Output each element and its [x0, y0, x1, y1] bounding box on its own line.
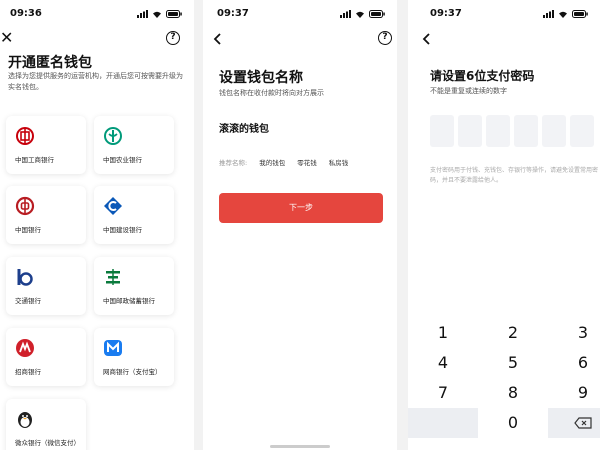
bocom-logo-icon [17, 269, 33, 286]
battery-icon [166, 10, 182, 18]
bank-selection-screen: 09:36 ✕ ? 开通匿名钱包 选择为您提供服务的运营机构，开通后您可按需要升… [0, 0, 194, 450]
bank-name: 中国建设银行 [103, 226, 142, 234]
bank-name: 中国银行 [15, 226, 41, 234]
status-bar: 09:36 [0, 8, 194, 22]
bank-card-bocom[interactable]: 交通银行 [6, 257, 86, 315]
bank-card-icbc[interactable]: 中国工商银行 [6, 116, 86, 174]
pin-box [430, 115, 454, 147]
status-bar: 09:37 [408, 8, 600, 22]
wallet-name-screen: 09:37 ? 设置钱包名称 钱包名称在收付款时将向对方展示 滚滚的钱包 推荐名… [203, 0, 397, 450]
page-description: 不能是重复或连续的数字 [430, 87, 507, 95]
status-time: 09:37 [217, 8, 249, 19]
signal-icon [137, 10, 148, 18]
key-0[interactable]: 0 [478, 408, 548, 438]
key-5[interactable]: 5 [478, 348, 548, 378]
key-1[interactable]: 1 [408, 318, 478, 348]
bank-name: 中国工商银行 [15, 156, 54, 164]
status-time: 09:37 [430, 8, 462, 19]
page-description: 钱包名称在收付款时将向对方展示 [219, 89, 324, 97]
bank-card-boc[interactable]: 中国银行 [6, 186, 86, 244]
bank-card-abc[interactable]: 中国农业银行 [94, 116, 174, 174]
suggestion-chip[interactable]: 私房钱 [329, 157, 349, 167]
status-icons [137, 10, 182, 18]
wifi-icon [153, 11, 161, 18]
boc-logo-icon [15, 196, 35, 216]
status-bar: 09:37 [203, 8, 397, 22]
pin-input[interactable] [430, 115, 594, 147]
page-title: 请设置6位支付密码 [430, 69, 535, 83]
bank-name: 微众银行（微信支付） [15, 439, 80, 447]
webank-logo-icon [18, 412, 32, 428]
back-icon[interactable] [211, 32, 225, 46]
psbc-logo-icon [106, 269, 120, 285]
abc-logo-icon [104, 127, 122, 145]
bank-name: 中国农业银行 [103, 156, 142, 164]
bank-card-ccb[interactable]: 中国建设银行 [94, 186, 174, 244]
bank-card-psbc[interactable]: 中国邮政储蓄银行 [94, 257, 174, 315]
key-6[interactable]: 6 [548, 348, 600, 378]
icbc-logo-icon [16, 127, 34, 145]
battery-icon [369, 10, 385, 18]
key-8[interactable]: 8 [478, 378, 548, 408]
bank-name: 招商银行 [15, 368, 41, 376]
key-2[interactable]: 2 [478, 318, 548, 348]
key-9[interactable]: 9 [548, 378, 600, 408]
back-icon[interactable] [420, 32, 434, 46]
mybank-logo-icon [104, 340, 122, 356]
home-indicator [270, 445, 330, 448]
cmb-logo-icon [16, 339, 34, 357]
pin-box [542, 115, 566, 147]
signal-icon [543, 10, 554, 18]
suggestion-chip[interactable]: 我的钱包 [259, 157, 285, 167]
battery-icon [572, 10, 588, 18]
bank-name: 交通银行 [15, 297, 41, 305]
name-suggestions: 推荐名称: 我的钱包 零花钱 私房钱 [219, 157, 348, 167]
wifi-icon [356, 11, 364, 18]
status-icons [340, 10, 385, 18]
key-blank [408, 408, 478, 438]
page-description: 选择为您提供服务的运营机构，开通后您可按需要升级为实名钱包。 [8, 72, 183, 91]
pin-box [514, 115, 538, 147]
page-title: 开通匿名钱包 [8, 55, 92, 71]
pin-box [458, 115, 482, 147]
backspace-icon [574, 417, 592, 429]
status-time: 09:36 [10, 8, 42, 19]
wifi-icon [559, 11, 567, 18]
help-icon[interactable]: ? [166, 31, 180, 45]
pin-box [486, 115, 510, 147]
key-7[interactable]: 7 [408, 378, 478, 408]
next-button[interactable]: 下一步 [219, 193, 383, 223]
suggestion-label: 推荐名称: [219, 159, 248, 167]
suggestion-chip[interactable]: 零花钱 [297, 157, 317, 167]
bank-name: 中国邮政储蓄银行 [103, 297, 155, 305]
bank-card-cmb[interactable]: 招商银行 [6, 328, 86, 386]
pin-box [570, 115, 594, 147]
payment-password-screen: 09:37 请设置6位支付密码 不能是重复或连续的数字 支付密码用于付钱、充钱包… [408, 0, 600, 450]
delete-key[interactable] [548, 408, 600, 438]
help-icon[interactable]: ? [378, 31, 392, 45]
wallet-name-input[interactable]: 滚滚的钱包 [219, 120, 269, 135]
page-title: 设置钱包名称 [219, 70, 303, 86]
key-4[interactable]: 4 [408, 348, 478, 378]
ccb-logo-icon [104, 197, 122, 215]
bank-name: 网商银行（支付宝） [103, 368, 162, 376]
bank-card-webank[interactable]: 微众银行（微信支付） [6, 399, 86, 450]
bank-card-mybank[interactable]: 网商银行（支付宝） [94, 328, 174, 386]
signal-icon [340, 10, 351, 18]
status-icons [543, 10, 588, 18]
key-3[interactable]: 3 [548, 318, 600, 348]
close-icon[interactable]: ✕ [0, 30, 13, 46]
password-note: 支付密码用于付钱、充钱包、存银行等操作，请避免设置常用密码，并且不要泄露给他人。 [430, 167, 599, 184]
